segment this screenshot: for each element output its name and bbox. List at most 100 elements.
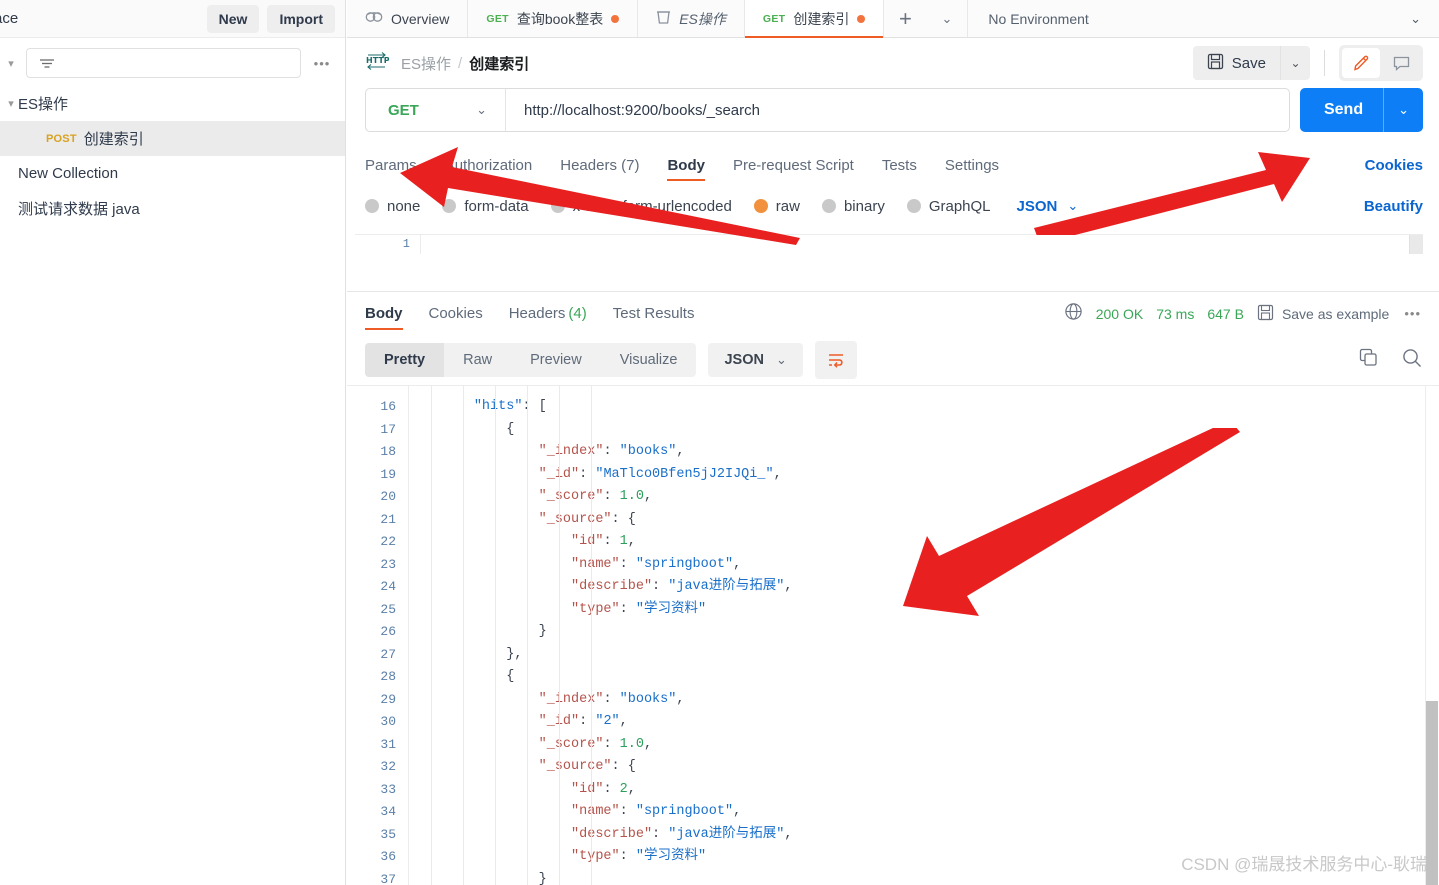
- sidebar-item-test-data-java[interactable]: 测试请求数据 java: [0, 191, 345, 226]
- chevron-down-icon: ⌄: [1410, 10, 1421, 26]
- response-body-viewer[interactable]: 16 17 18 19 20 21 22 23 24 25 26 27 28 29 30 31 32 33 34 35…: [347, 385, 1439, 885]
- tab-label: ES操作: [679, 10, 726, 27]
- tab-query-book-table[interactable]: GET 查询book整表: [468, 0, 639, 37]
- search-icon[interactable]: [1401, 347, 1423, 374]
- response-scrollbar[interactable]: [1425, 386, 1439, 885]
- line-number: 25: [380, 601, 396, 617]
- code-line: "_id": "MaTlco0Bfen5jJ2IJQi_",: [538, 466, 782, 482]
- response-tab-headers[interactable]: Headers (4): [509, 292, 587, 336]
- send-options-chevron-down-icon[interactable]: ⌄: [1384, 102, 1423, 118]
- code-line: "_source": {: [538, 759, 636, 774]
- collapse-icon[interactable]: ▾: [4, 57, 18, 70]
- tab-authorization[interactable]: Authorization: [445, 144, 533, 186]
- tab-headers[interactable]: Headers (7): [560, 144, 639, 186]
- line-number: 19: [380, 466, 396, 482]
- response-tab-body[interactable]: Body: [365, 292, 403, 336]
- sidebar-more-icon[interactable]: •••: [309, 50, 335, 76]
- tab-create-index[interactable]: GET 创建索引: [744, 0, 885, 38]
- filter-icon: [37, 56, 57, 70]
- body-type-label: form-data: [464, 197, 529, 215]
- send-label: Send: [1323, 101, 1364, 118]
- response-tab-label: Body: [365, 305, 403, 322]
- pencil-icon[interactable]: [1342, 48, 1380, 78]
- tab-params[interactable]: Params: [365, 144, 417, 186]
- code-line: "id": 2,: [571, 781, 636, 797]
- code-line: "_source": {: [538, 511, 636, 527]
- chevron-down-icon: ⌄: [476, 102, 487, 117]
- body-type-label: raw: [775, 197, 800, 215]
- code-line: "id": 1,: [571, 534, 636, 549]
- sidebar-item-new-collection[interactable]: New Collection: [0, 156, 345, 191]
- beautify-link[interactable]: Beautify: [1364, 198, 1423, 215]
- response-more-icon[interactable]: •••: [1402, 306, 1423, 321]
- response-tools: [1358, 347, 1423, 374]
- view-mode-visualize[interactable]: Visualize: [601, 343, 697, 377]
- line-number: 23: [380, 556, 396, 572]
- headers-count: (4): [568, 305, 587, 322]
- scrollbar-thumb[interactable]: [1426, 701, 1438, 885]
- wrap-lines-icon[interactable]: [814, 341, 857, 379]
- code-line: "_index": "books",: [538, 691, 685, 707]
- filter-input[interactable]: [26, 48, 301, 78]
- sidebar-item-create-index[interactable]: POST 创建索引: [0, 121, 345, 156]
- tab-label: 创建索引: [793, 10, 850, 27]
- import-button[interactable]: Import: [267, 4, 335, 33]
- request-body-editor[interactable]: 1: [355, 234, 1423, 254]
- body-type-none[interactable]: none: [365, 198, 420, 215]
- send-button[interactable]: Send ⌄: [1299, 88, 1423, 132]
- cookies-link[interactable]: Cookies: [1365, 157, 1423, 174]
- sidebar-item-label: 创建索引: [83, 131, 144, 148]
- save-button[interactable]: Save: [1192, 46, 1280, 80]
- plus-icon[interactable]: +: [884, 0, 926, 37]
- copy-icon[interactable]: [1358, 347, 1379, 373]
- editor-content[interactable]: [421, 235, 1409, 254]
- tab-overview[interactable]: Overview: [347, 0, 469, 37]
- body-format-selector[interactable]: JSON ⌄: [1017, 198, 1079, 215]
- breadcrumb-parent[interactable]: ES操作: [401, 53, 451, 74]
- response-tab-test-results[interactable]: Test Results: [613, 292, 695, 336]
- save-as-example-button[interactable]: Save as example: [1257, 304, 1389, 324]
- json-code[interactable]: "hits": [ { "_index": "books", "_id": "M…: [409, 386, 1439, 885]
- radio-icon: [550, 199, 565, 213]
- status-badge: 200 OK: [1095, 305, 1144, 322]
- line-number-gutter: 16 17 18 19 20 21 22 23 24 25 26 27 28 29 30 31 32 33 34 35…: [347, 386, 409, 885]
- body-type-binary[interactable]: binary: [821, 197, 885, 215]
- body-type-urlencoded[interactable]: x-www-form-urlencoded: [550, 198, 732, 215]
- tab-settings[interactable]: Settings: [945, 144, 999, 186]
- environment-selector[interactable]: No Environment ⌄: [968, 0, 1439, 37]
- editor-scrollbar[interactable]: [1409, 235, 1423, 254]
- view-mode-pretty[interactable]: Pretty: [365, 343, 445, 377]
- save-label: Save: [1231, 54, 1266, 72]
- view-mode-preview[interactable]: Preview: [511, 343, 601, 377]
- chevron-down-icon[interactable]: ⌄: [926, 0, 969, 37]
- view-mode-raw[interactable]: Raw: [444, 343, 511, 377]
- response-format-selector[interactable]: JSON ⌄: [708, 343, 803, 377]
- tab-es-operations[interactable]: ES操作: [638, 0, 745, 37]
- code-line: "_id": "2",: [538, 714, 628, 729]
- save-options-chevron-down-icon[interactable]: ⌄: [1280, 46, 1310, 80]
- sidebar-item-es-folder[interactable]: ▾ ES操作: [0, 86, 345, 121]
- sidebar: ace New Import ▾ ••• ▾ ES操作 POST: [0, 0, 346, 885]
- code-line: {: [506, 669, 515, 684]
- method-selector[interactable]: GET ⌄: [366, 89, 506, 131]
- tab-body[interactable]: Body: [667, 144, 705, 186]
- request-method-badge: POST: [46, 132, 77, 145]
- body-type-label: binary: [843, 197, 885, 215]
- sidebar-filter-row: ▾ •••: [0, 38, 345, 86]
- body-type-raw[interactable]: raw: [753, 197, 800, 215]
- response-tab-label: Headers: [508, 305, 566, 322]
- new-button[interactable]: New: [206, 4, 260, 33]
- line-number: 16: [380, 399, 396, 414]
- tab-pre-request-script[interactable]: Pre-request Script: [733, 144, 854, 186]
- sidebar-item-label: ES操作: [18, 96, 69, 113]
- body-type-graphql[interactable]: GraphQL: [906, 198, 991, 215]
- tab-label: 查询book整表: [516, 10, 604, 27]
- body-type-form-data[interactable]: form-data: [442, 197, 529, 215]
- chevron-down-icon: ⌄: [775, 352, 787, 367]
- url-input[interactable]: [506, 89, 1289, 131]
- tab-tests[interactable]: Tests: [882, 144, 917, 186]
- comment-icon[interactable]: [1382, 48, 1420, 78]
- response-tab-cookies[interactable]: Cookies: [429, 292, 483, 336]
- svg-text:HTTP: HTTP: [366, 56, 389, 65]
- code-line: "_score": 1.0,: [538, 736, 653, 752]
